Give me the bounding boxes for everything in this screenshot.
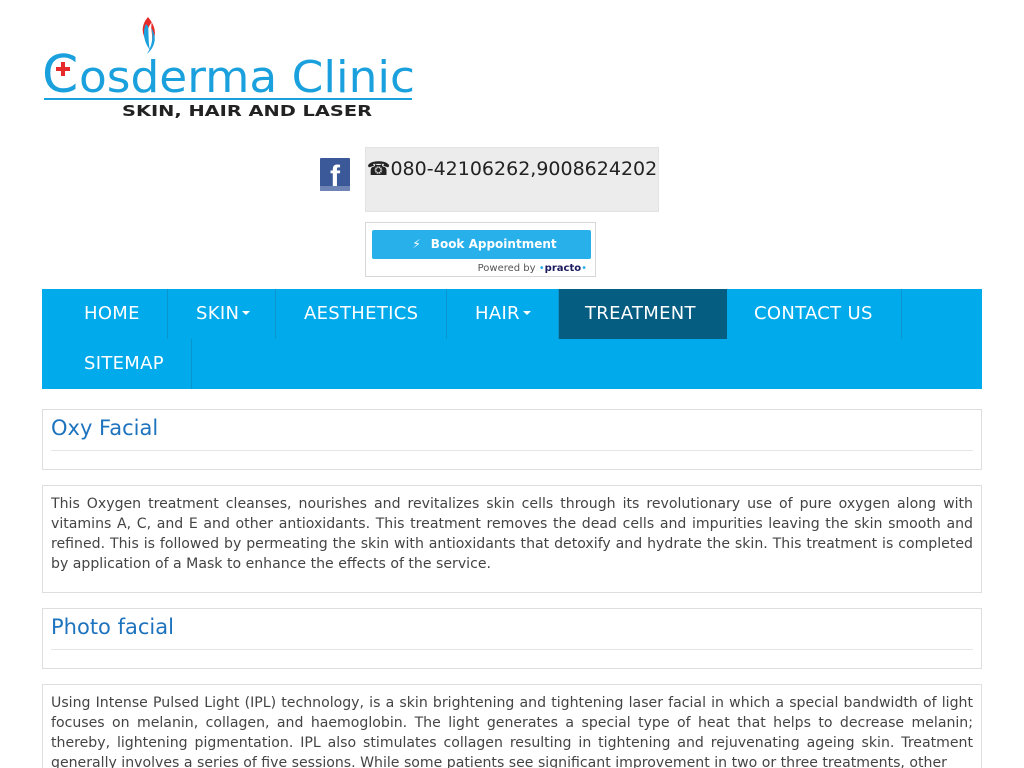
nav-hair[interactable]: HAIR xyxy=(447,289,559,339)
logo-wordmark: osderma Clinic xyxy=(79,52,415,103)
nav-sitemap[interactable]: SITEMAP xyxy=(42,339,192,389)
logo-tagline: SKIN, HAIR AND LASER xyxy=(122,102,373,120)
book-appointment-label: Book Appointment xyxy=(430,237,557,251)
book-appointment-button[interactable]: ⚡ Book Appointment xyxy=(372,230,591,259)
powered-by-practo[interactable]: Powered by •practo• xyxy=(478,263,587,274)
nav-aesthetics[interactable]: AESTHETICS xyxy=(276,289,447,339)
clinic-logo[interactable]: C osderma Clinic SKIN, HAIR AND LASER xyxy=(42,14,418,124)
facebook-stripe xyxy=(320,186,350,191)
nav-skin-label: SKIN xyxy=(196,303,240,324)
nav-treatment[interactable]: TREATMENT xyxy=(559,289,727,339)
nav-contact-label: CONTACT US xyxy=(754,303,873,324)
chevron-down-icon xyxy=(242,311,251,315)
section-title: Photo facial xyxy=(51,615,174,639)
nav-aesthetics-label: AESTHETICS xyxy=(304,303,419,324)
nav-sitemap-label: SITEMAP xyxy=(84,353,164,374)
phone-icon: ☎ xyxy=(366,158,391,180)
section-title-panel: Photo facial xyxy=(42,608,982,669)
logo-initial: C xyxy=(42,45,78,105)
nav-home-label: HOME xyxy=(84,303,140,324)
divider xyxy=(51,649,973,650)
chevron-down-icon xyxy=(522,311,531,315)
phone-box: ☎080-42106262,9008624202 xyxy=(365,147,659,212)
section-body-panel: Using Intense Pulsed Light (IPL) technol… xyxy=(42,684,982,768)
phone-number[interactable]: 080-42106262,9008624202 xyxy=(390,158,657,180)
practo-widget: ⚡ Book Appointment Powered by •practo• xyxy=(365,222,596,277)
practo-dot-end: • xyxy=(581,263,587,274)
practo-brand: practo xyxy=(544,263,582,274)
lightning-icon: ⚡ xyxy=(412,237,421,251)
nav-treatment-label: TREATMENT xyxy=(585,303,696,324)
nav-skin[interactable]: SKIN xyxy=(168,289,276,339)
section-body-panel: This Oxygen treatment cleanses, nourishe… xyxy=(42,485,982,593)
section-body: This Oxygen treatment cleanses, nourishe… xyxy=(51,496,973,572)
powered-by-text: Powered by xyxy=(477,263,536,274)
section-title-panel: Oxy Facial xyxy=(42,409,982,470)
main-nav: HOME SKIN AESTHETICS HAIR TREATMENT CONT… xyxy=(42,289,982,389)
nav-hair-label: HAIR xyxy=(475,303,520,324)
divider xyxy=(51,450,973,451)
nav-contact-us[interactable]: CONTACT US xyxy=(727,289,902,339)
facebook-icon[interactable]: f xyxy=(320,158,350,191)
section-title: Oxy Facial xyxy=(51,416,159,440)
nav-home[interactable]: HOME xyxy=(42,289,168,339)
section-body: Using Intense Pulsed Light (IPL) technol… xyxy=(51,695,973,768)
